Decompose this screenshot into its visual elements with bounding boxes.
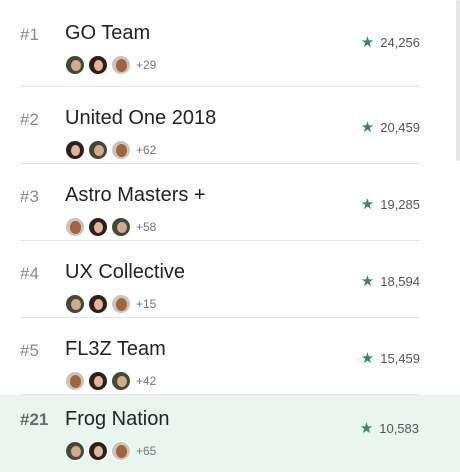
leaderboard-row[interactable]: #3 Astro Masters + +58 ★ 19,285 [20,164,420,241]
avatar [111,294,131,314]
rank-label: #21 [20,410,49,429]
member-avatars: +15 [65,294,156,314]
leaderboard-list: #1 GO Team +29 ★ 24,256 #2 United One 20… [0,0,460,472]
extra-members-count: +42 [136,374,157,388]
avatar [88,371,108,391]
member-avatars: +65 [65,441,156,461]
extra-members-count: +15 [136,297,157,311]
avatar [65,441,85,461]
star-icon: ★ [360,34,375,51]
star-icon: ★ [360,196,375,213]
avatar [111,217,131,237]
team-score: ★ 18,594 [361,272,420,290]
rank-label: #3 [20,187,39,206]
score-value: 24,256 [380,34,420,50]
star-icon: ★ [359,420,374,437]
member-avatars: +42 [65,371,156,391]
avatar [65,140,85,160]
leaderboard-row[interactable]: #1 GO Team +29 ★ 24,256 [20,0,420,87]
team-name: FL3Z Team [65,338,166,360]
rank-label: #2 [20,110,39,129]
team-name: United One 2018 [65,107,217,129]
rank-label: #1 [20,25,39,44]
leaderboard-row[interactable]: #5 FL3Z Team +42 ★ 15,459 [20,318,420,395]
avatar [88,55,108,75]
avatar [65,55,85,75]
extra-members-count: +65 [136,444,157,458]
avatar [111,55,131,75]
extra-members-count: +62 [136,143,157,157]
leaderboard-row[interactable]: #2 United One 2018 +62 ★ 20,459 [20,87,420,164]
member-avatars: +58 [65,217,156,237]
team-score: ★ 15,459 [361,349,420,367]
member-avatars: +29 [65,55,156,75]
team-score: ★ 19,285 [361,195,420,213]
star-icon: ★ [360,350,375,367]
rank-label: #4 [20,264,39,283]
avatar [111,441,131,461]
team-name: GO Team [65,22,151,44]
member-avatars: +62 [65,140,156,160]
avatar [88,217,108,237]
team-score: ★ 20,459 [361,118,420,136]
score-value: 18,594 [380,273,420,289]
avatar [65,217,85,237]
avatar [65,294,85,314]
avatar [88,441,108,461]
team-score: ★ 24,256 [361,33,420,51]
score-value: 19,285 [380,196,420,212]
star-icon: ★ [360,119,375,136]
avatar [111,371,131,391]
score-value: 15,459 [380,350,420,366]
leaderboard-row[interactable]: #4 UX Collective +15 ★ 18,594 [20,241,420,318]
team-name: UX Collective [65,261,186,283]
score-value: 20,459 [380,119,420,135]
team-name: Frog Nation [65,408,170,430]
extra-members-count: +58 [136,220,157,234]
rank-label: #5 [20,341,39,360]
score-value: 10,583 [379,420,419,436]
avatar [88,140,108,160]
team-name: Astro Masters + [65,184,206,206]
avatar [88,294,108,314]
team-score: ★ 10,583 [360,419,419,437]
current-team-row[interactable]: #21 Frog Nation +65 ★ 10,583 [0,395,460,472]
avatar [65,371,85,391]
star-icon: ★ [360,273,375,290]
extra-members-count: +29 [136,58,157,72]
avatar [111,140,131,160]
